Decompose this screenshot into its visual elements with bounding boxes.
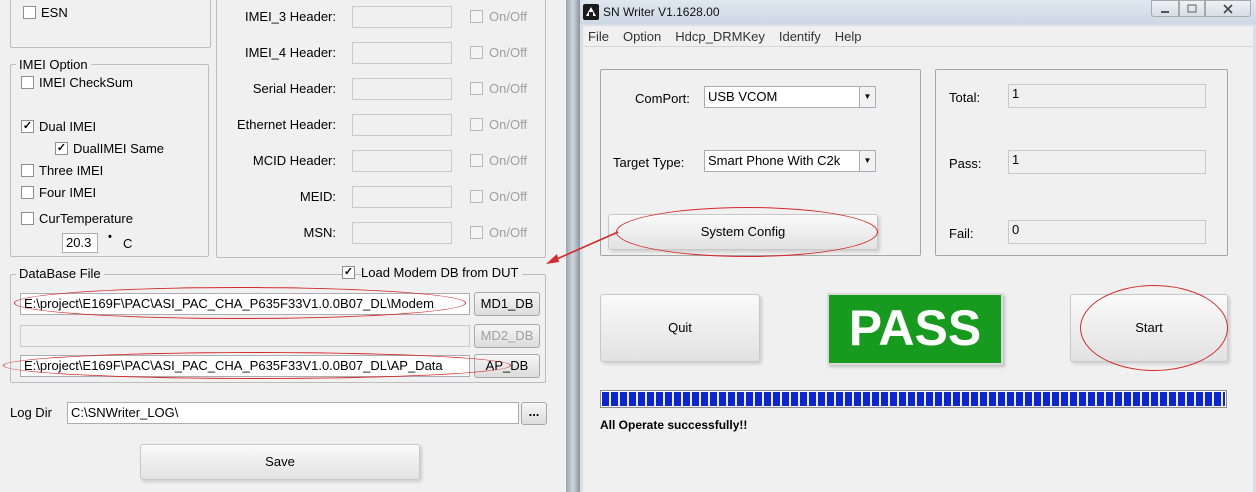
dual-imei-same-label: DualIMEI Same — [73, 141, 165, 156]
menu-item[interactable]: Option — [623, 29, 661, 44]
target-type-label: Target Type: — [613, 155, 685, 170]
header-toggle-label: On/Off — [489, 117, 528, 132]
header-input[interactable] — [352, 114, 452, 136]
status-message: All Operate successfully!! — [600, 418, 748, 432]
load-modem-label: Load Modem DB from DUT — [361, 265, 522, 280]
ap-path-field[interactable]: E:\project\E169F\PAC\ASI_PAC_CHA_P635F33… — [20, 355, 470, 377]
pass-banner-text: PASS — [848, 300, 982, 356]
header-label: Serial Header: — [252, 81, 336, 96]
four-imei-label: Four IMEI — [39, 185, 97, 200]
header-input[interactable] — [352, 42, 452, 64]
load-modem-checkbox[interactable]: ✓ — [342, 266, 355, 279]
header-toggle-checkbox[interactable] — [470, 82, 483, 95]
header-input[interactable] — [352, 150, 452, 172]
target-type-value: Smart Phone With C2k — [708, 153, 841, 168]
header-toggle-checkbox[interactable] — [470, 190, 483, 203]
quit-button[interactable]: Quit — [600, 294, 760, 362]
header-label: MEID: — [299, 189, 336, 204]
title-bar: SN Writer V1.1628.00 — [580, 0, 1256, 24]
md2-path-field[interactable] — [20, 325, 470, 347]
header-input[interactable] — [352, 222, 452, 244]
comport-select[interactable]: USB VCOM ▼ — [704, 86, 876, 108]
total-field: 1 — [1008, 84, 1206, 108]
pass-banner: PASS — [827, 293, 1003, 365]
menu-item[interactable]: File — [588, 29, 609, 44]
progress-fill — [602, 392, 1225, 406]
pass-field: 1 — [1008, 150, 1206, 174]
browse-button[interactable]: ... — [521, 402, 547, 425]
imei-checksum-checkbox[interactable] — [21, 76, 34, 89]
temperature-input[interactable]: 20.3 — [62, 233, 98, 253]
header-toggle-label: On/Off — [489, 9, 528, 24]
fail-label: Fail: — [949, 226, 974, 241]
total-label: Total: — [949, 90, 981, 105]
fail-field: 0 — [1008, 220, 1206, 244]
header-toggle-checkbox[interactable] — [470, 46, 483, 59]
target-type-select[interactable]: Smart Phone With C2k ▼ — [704, 150, 876, 172]
header-toggle-checkbox[interactable] — [470, 118, 483, 131]
degree-symbol: • — [108, 231, 112, 243]
header-toggle-label: On/Off — [489, 45, 528, 60]
header-label: IMEI_4 Header: — [244, 45, 336, 60]
dual-imei-label: Dual IMEI — [39, 119, 97, 134]
sn-writer-window: SN Writer V1.1628.00 File Option Hdcp_DRMK… — [580, 0, 1256, 492]
temperature-unit: C — [123, 236, 133, 251]
log-dir-label: Log Dir — [10, 405, 52, 420]
chevron-down-icon: ▼ — [859, 87, 875, 107]
header-toggle-checkbox[interactable] — [470, 10, 483, 23]
header-toggle-checkbox[interactable] — [470, 154, 483, 167]
header-toggle-checkbox[interactable] — [470, 226, 483, 239]
esn-checkbox[interactable] — [23, 6, 36, 19]
chevron-down-icon: ▼ — [859, 151, 875, 171]
database-title: DataBase File — [16, 266, 104, 281]
log-dir-input[interactable]: C:\SNWriter_LOG\ — [67, 402, 519, 424]
maximize-button[interactable] — [1179, 0, 1205, 17]
header-input[interactable] — [352, 78, 452, 100]
cur-temperature-checkbox[interactable] — [21, 212, 34, 225]
header-toggle-label: On/Off — [489, 153, 528, 168]
esn-label: ESN — [41, 5, 68, 20]
header-label: MSN: — [303, 225, 337, 240]
header-label: IMEI_3 Header: — [244, 9, 336, 24]
header-toggle-label: On/Off — [489, 189, 528, 204]
system-config-button[interactable]: System Config — [608, 214, 878, 250]
menu-item[interactable]: Identify — [779, 29, 821, 44]
dual-imei-checkbox[interactable]: ✓ — [21, 120, 34, 133]
start-button[interactable]: Start — [1070, 294, 1228, 362]
dual-imei-same-checkbox[interactable]: ✓ — [55, 142, 68, 155]
header-input[interactable] — [352, 6, 452, 28]
menu-item[interactable]: Hdcp_DRMKey — [675, 29, 765, 44]
save-button[interactable]: Save — [140, 444, 420, 480]
imei-checksum-label: IMEI CheckSum — [39, 75, 133, 90]
imei-option-group — [10, 64, 209, 257]
four-imei-checkbox[interactable] — [21, 186, 34, 199]
md1-path-field[interactable]: E:\project\E169F\PAC\ASI_PAC_CHA_P635F33… — [20, 293, 470, 315]
app-icon — [583, 4, 599, 20]
md2-db-button[interactable]: MD2_DB — [474, 324, 540, 348]
menu-separator — [583, 46, 1253, 47]
three-imei-checkbox[interactable] — [21, 164, 34, 177]
header-input[interactable] — [352, 186, 452, 208]
annotation-arrow — [546, 231, 619, 264]
header-toggle-label: On/Off — [489, 225, 528, 240]
progress-bar — [600, 390, 1227, 408]
minimize-button[interactable] — [1151, 0, 1179, 17]
close-button[interactable] — [1205, 0, 1251, 17]
three-imei-label: Three IMEI — [39, 163, 104, 178]
menu-item[interactable]: Help — [835, 29, 862, 44]
comport-value: USB VCOM — [708, 89, 778, 104]
cur-temperature-label: CurTemperature — [39, 211, 133, 226]
header-toggle-label: On/Off — [489, 81, 528, 96]
md1-db-button[interactable]: MD1_DB — [474, 292, 540, 316]
header-label: Ethernet Header: — [236, 117, 336, 132]
imei-option-title: IMEI Option — [16, 57, 91, 72]
header-label: MCID Header: — [252, 153, 336, 168]
menu-bar: File Option Hdcp_DRMKey Identify Help — [583, 26, 1253, 46]
config-panel: ESN IMEI Option IMEI CheckSum ✓ Dual IME… — [0, 0, 566, 492]
ap-db-button[interactable]: AP_DB — [474, 354, 540, 378]
pass-label: Pass: — [949, 156, 982, 171]
comport-label: ComPort: — [635, 91, 690, 106]
window-title: SN Writer V1.1628.00 — [603, 5, 720, 19]
